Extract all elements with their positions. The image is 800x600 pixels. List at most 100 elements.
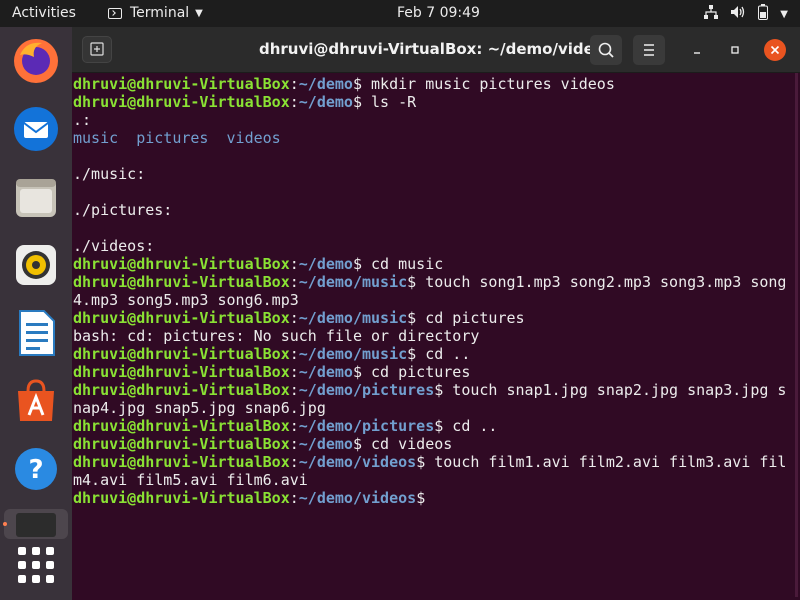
system-tray[interactable]: ▼ <box>704 4 788 24</box>
command-text: $ cd .. <box>407 345 471 363</box>
prompt-separator: : <box>289 363 299 381</box>
output-text: m4.avi film5.avi film6.avi <box>73 471 308 489</box>
terminal-line: ./pictures: <box>73 201 800 219</box>
active-app-indicator <box>3 522 7 526</box>
search-button[interactable] <box>590 35 622 65</box>
terminal-app-icon <box>108 7 122 19</box>
terminal-line: dhruvi@dhruvi-VirtualBox:~/demo$ mkdir m… <box>73 75 800 93</box>
prompt-user: dhruvi@dhruvi-VirtualBox <box>73 363 290 381</box>
prompt-separator: : <box>289 273 299 291</box>
output-text: bash: cd: pictures: No such file or dire… <box>73 327 480 345</box>
prompt-path: ~/demo <box>298 75 353 93</box>
directory-entry: music <box>73 129 119 147</box>
hamburger-menu-button[interactable] <box>633 35 665 65</box>
network-icon[interactable] <box>704 5 719 23</box>
scrollbar[interactable] <box>795 73 798 597</box>
prompt-user: dhruvi@dhruvi-VirtualBox <box>73 345 290 363</box>
terminal-line: dhruvi@dhruvi-VirtualBox:~/demo$ cd vide… <box>73 435 800 453</box>
close-icon[interactable] <box>764 39 786 61</box>
system-menu-chevron-icon[interactable]: ▼ <box>780 9 788 20</box>
terminal-line: .: <box>73 111 800 129</box>
writer-icon[interactable] <box>12 309 60 357</box>
prompt-user: dhruvi@dhruvi-VirtualBox <box>73 489 290 507</box>
prompt-path: ~/demo/pictures <box>298 381 435 399</box>
prompt-separator: : <box>289 435 299 453</box>
terminal-window[interactable]: dhruvi@dhruvi-VirtualBox: ~/demo/videos … <box>72 27 800 600</box>
prompt-separator: : <box>289 255 299 273</box>
prompt-user: dhruvi@dhruvi-VirtualBox <box>73 93 290 111</box>
directory-entry: pictures <box>136 129 209 147</box>
prompt-separator: : <box>289 75 299 93</box>
command-text: $ touch snap1.jpg snap2.jpg snap3.jpg s <box>434 381 787 399</box>
command-text: $ cd videos <box>352 435 453 453</box>
app-menu-label: Terminal <box>130 5 190 21</box>
prompt-path: ~/demo/videos <box>298 489 417 507</box>
prompt-user: dhruvi@dhruvi-VirtualBox <box>73 453 290 471</box>
prompt-path: ~/demo/music <box>298 345 408 363</box>
clock[interactable]: Feb 7 09:49 <box>397 5 480 21</box>
terminal-line: 4.mp3 song5.mp3 song6.mp3 <box>73 291 800 309</box>
prompt-separator: : <box>289 489 299 507</box>
firefox-icon[interactable] <box>12 37 60 85</box>
svg-text:?: ? <box>28 455 43 485</box>
battery-icon[interactable] <box>758 4 769 24</box>
command-text: $ cd pictures <box>407 309 525 327</box>
terminal-line: dhruvi@dhruvi-VirtualBox:~/demo/videos$ … <box>73 453 800 471</box>
prompt-user: dhruvi@dhruvi-VirtualBox <box>73 273 290 291</box>
prompt-user: dhruvi@dhruvi-VirtualBox <box>73 309 290 327</box>
title-bar[interactable]: dhruvi@dhruvi-VirtualBox: ~/demo/videos <box>72 27 800 73</box>
dock: ? <box>0 27 72 600</box>
terminal-line: nap4.jpg snap5.jpg snap6.jpg <box>73 399 800 417</box>
directory-entry: videos <box>226 129 281 147</box>
show-applications-icon[interactable] <box>18 547 54 583</box>
app-menu[interactable]: Terminal ▼ <box>108 5 203 21</box>
prompt-path: ~/demo <box>298 363 353 381</box>
files-icon[interactable] <box>12 173 60 221</box>
output-text: nap4.jpg snap5.jpg snap6.jpg <box>73 399 326 417</box>
output-text: ./music: <box>73 165 146 183</box>
terminal-icon[interactable] <box>4 509 68 539</box>
volume-icon[interactable] <box>730 5 746 23</box>
software-icon[interactable] <box>12 377 60 425</box>
activities-button[interactable]: Activities <box>12 5 76 21</box>
output-text: .: <box>73 111 92 129</box>
command-text: $ mkdir music pictures videos <box>352 75 615 93</box>
terminal-line: ./music: <box>73 165 800 183</box>
command-text: $ cd music <box>352 255 444 273</box>
terminal-line: dhruvi@dhruvi-VirtualBox:~/demo/pictures… <box>73 417 800 435</box>
prompt-user: dhruvi@dhruvi-VirtualBox <box>73 75 290 93</box>
chevron-down-icon: ▼ <box>195 7 203 19</box>
command-text: $ ls -R <box>352 93 417 111</box>
terminal-output[interactable]: dhruvi@dhruvi-VirtualBox:~/demo$ mkdir m… <box>72 75 800 507</box>
command-text: $ touch song1.mp3 song2.mp3 song3.mp3 so… <box>407 273 787 291</box>
terminal-line: ./videos: <box>73 237 800 255</box>
output-text: ./pictures: <box>73 201 173 219</box>
command-text: $ touch film1.avi film2.avi film3.avi fi… <box>416 453 787 471</box>
prompt-path: ~/demo <box>298 255 353 273</box>
terminal-line: dhruvi@dhruvi-VirtualBox:~/demo$ ls -R <box>73 93 800 111</box>
terminal-line: dhruvi@dhruvi-VirtualBox:~/demo$ cd musi… <box>73 255 800 273</box>
prompt-path: ~/demo/music <box>298 273 408 291</box>
terminal-line: dhruvi@dhruvi-VirtualBox:~/demo/music$ c… <box>73 345 800 363</box>
prompt-separator: : <box>289 93 299 111</box>
prompt-user: dhruvi@dhruvi-VirtualBox <box>73 255 290 273</box>
minimize-icon[interactable] <box>686 39 708 61</box>
prompt-separator: : <box>289 417 299 435</box>
prompt-path: ~/demo/pictures <box>298 417 435 435</box>
maximize-icon[interactable] <box>724 39 746 61</box>
terminal-line: dhruvi@dhruvi-VirtualBox:~/demo$ cd pict… <box>73 363 800 381</box>
prompt-separator: : <box>289 309 299 327</box>
prompt-path: ~/demo <box>298 435 353 453</box>
prompt-path: ~/demo/videos <box>298 453 417 471</box>
prompt-user: dhruvi@dhruvi-VirtualBox <box>73 435 290 453</box>
output-text: 4.mp3 song5.mp3 song6.mp3 <box>73 291 299 309</box>
thunderbird-icon[interactable] <box>12 105 60 153</box>
terminal-line: dhruvi@dhruvi-VirtualBox:~/demo/pictures… <box>73 381 800 399</box>
prompt-path: ~/demo/music <box>298 309 408 327</box>
rhythmbox-icon[interactable] <box>12 241 60 289</box>
terminal-line: dhruvi@dhruvi-VirtualBox:~/demo/videos$ <box>73 489 800 507</box>
help-icon[interactable]: ? <box>12 445 60 493</box>
prompt-separator: : <box>289 381 299 399</box>
